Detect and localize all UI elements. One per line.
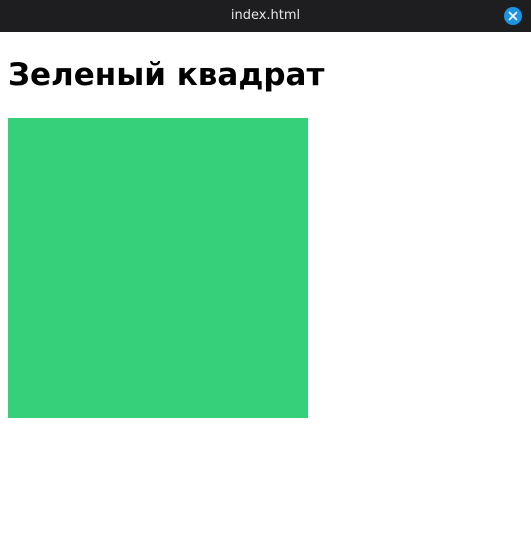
- page-content: Зеленый квадрат: [0, 32, 531, 543]
- window-titlebar[interactable]: index.html: [0, 0, 531, 32]
- browser-window: index.html Зеленый квадрат: [0, 0, 531, 543]
- green-square: [8, 118, 308, 418]
- close-icon: [508, 11, 518, 21]
- page-heading: Зеленый квадрат: [8, 57, 325, 93]
- close-button[interactable]: [504, 7, 522, 25]
- window-title: index.html: [230, 8, 301, 23]
